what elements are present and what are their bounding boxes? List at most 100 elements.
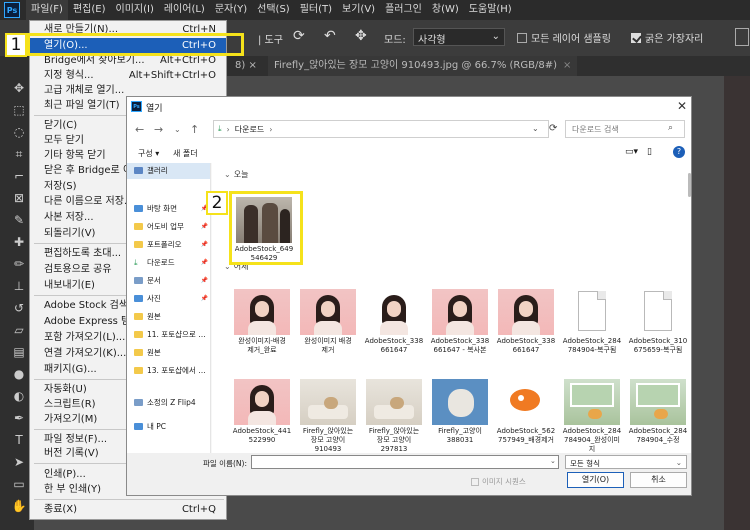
file-item[interactable]: 완성이미지-배경 제거_완료 xyxy=(230,289,292,385)
move-icon[interactable]: ✥ xyxy=(355,28,367,44)
marquee-tool-icon[interactable]: ⬚ xyxy=(11,102,27,118)
chevron-down-icon[interactable]: ⌄ xyxy=(532,124,539,133)
pc-icon xyxy=(134,423,143,430)
blur-tool-icon[interactable]: ● xyxy=(11,366,27,382)
file-item[interactable]: AdobeStock_284 784904_완성이미 지 xyxy=(560,379,622,453)
brush-tool-icon[interactable]: ✏ xyxy=(11,256,27,272)
file-item[interactable]: Firefly_고양이 388031 xyxy=(428,379,490,453)
menu-help[interactable]: 도움말(H) xyxy=(464,0,517,20)
file-item[interactable]: AdobeStock_338 661647 - 복사본 xyxy=(428,289,490,385)
new-folder-button[interactable]: 새 폴더 xyxy=(173,148,198,159)
file-item[interactable]: AdobeStock_441 522990 xyxy=(230,379,292,453)
open-button[interactable]: 열기(O) xyxy=(567,472,624,488)
menu-window[interactable]: 창(W) xyxy=(427,0,464,20)
path-select-tool-icon[interactable]: ➤ xyxy=(11,454,27,470)
nav-item-folder[interactable]: 원본 xyxy=(127,345,210,361)
file-item[interactable]: AdobeStock_284 784904_수정 xyxy=(626,379,688,453)
hard-edge-checkbox[interactable]: 굵은 가장자리 xyxy=(631,30,703,45)
healing-brush-tool-icon[interactable]: ✚ xyxy=(11,234,27,250)
nav-item-pictures[interactable]: 사진 📌 xyxy=(127,291,210,307)
menu-item-open-as[interactable]: 지정 형식... Alt+Shift+Ctrl+O xyxy=(30,68,226,83)
undo-icon[interactable]: ↶ xyxy=(324,28,336,44)
menu-item-exit[interactable]: 종료(X) Ctrl+Q xyxy=(30,502,226,517)
rectangle-tool-icon[interactable]: ▭ xyxy=(11,476,27,492)
up-arrow-icon[interactable]: ↑ xyxy=(190,123,199,136)
nav-item-adobe-work[interactable]: 어도비 업무 📌 xyxy=(127,219,210,235)
document-tab[interactable]: 8) × xyxy=(229,56,263,76)
menu-file[interactable]: 파일(F) xyxy=(26,0,68,20)
file-list-scrollbar[interactable] xyxy=(688,165,692,453)
file-item[interactable]: Firefly_앉아있는 장모 고양이 297813 xyxy=(362,379,424,453)
image-thumbnail xyxy=(234,379,290,425)
filetype-select[interactable]: 모든 형식 ⌄ xyxy=(565,455,687,469)
nav-item-gallery[interactable]: 갤러리 xyxy=(127,163,210,179)
gradient-tool-icon[interactable]: ▤ xyxy=(11,344,27,360)
sample-all-layers-label: 모든 레이어 샘플링 xyxy=(531,34,611,45)
menu-view[interactable]: 보기(V) xyxy=(337,0,380,20)
menu-filter[interactable]: 필터(T) xyxy=(295,0,337,20)
file-name: Firefly_고양이 388031 xyxy=(438,427,482,444)
organize-button[interactable]: 구성 ▾ xyxy=(138,148,159,159)
nav-item-folder[interactable]: 원본 xyxy=(127,309,210,325)
preview-pane-icon[interactable]: ▯ xyxy=(647,147,652,157)
hand-tool-icon[interactable]: ✋ xyxy=(11,498,27,514)
history-brush-tool-icon[interactable]: ↺ xyxy=(11,300,27,316)
file-item[interactable]: AdobeStock_284 784904-복구됨 xyxy=(560,289,622,385)
close-icon[interactable]: ✕ xyxy=(677,99,687,113)
crop-tool-icon[interactable]: ⌐ xyxy=(11,168,27,184)
canvas-image xyxy=(724,76,750,530)
breadcrumb-download[interactable]: 다운로드 xyxy=(235,124,264,135)
file-item[interactable]: 완성이미지 배경 제거 xyxy=(296,289,358,385)
filename-input[interactable] xyxy=(251,455,559,469)
dodge-tool-icon[interactable]: ◐ xyxy=(11,388,27,404)
file-item[interactable]: AdobeStock_338 661647 xyxy=(494,289,556,385)
menu-plugins[interactable]: 플러그인 xyxy=(380,0,427,20)
help-icon[interactable]: ? xyxy=(673,146,685,158)
nav-item-documents[interactable]: 문서 📌 xyxy=(127,273,210,289)
mode-value: 사각형 xyxy=(418,35,446,46)
nav-item-desktop[interactable]: 바탕 화면 📌 xyxy=(127,201,210,217)
document-tab-active[interactable]: Firefly_앉아있는 장모 고양이 910493.jpg @ 66.7% (… xyxy=(268,56,578,76)
file-item[interactable]: AdobeStock_310 675659-복구됨 xyxy=(626,289,688,385)
lasso-tool-icon[interactable]: ◌ xyxy=(11,124,27,140)
refresh-icon[interactable]: ⟳ xyxy=(293,28,305,44)
menu-bar: Ps 파일(F) 편집(E) 이미지(I) 레이어(L) 문자(Y) 선택(S)… xyxy=(0,0,750,20)
refresh-icon[interactable]: ⟳ xyxy=(549,123,557,134)
recent-locations-icon[interactable]: ⌄ xyxy=(174,125,181,134)
frame-tool-icon[interactable]: ⊠ xyxy=(11,190,27,206)
type-tool-icon[interactable]: T xyxy=(11,432,27,448)
search-input[interactable]: 다운로드 검색 xyxy=(565,120,685,138)
nav-item-portfolio[interactable]: 포트폴리오 📌 xyxy=(127,237,210,253)
nav-item-phone[interactable]: 소정의 Z Flip4 xyxy=(127,395,210,411)
file-item[interactable]: Firefly_앉아있는 장모 고양이 910493 xyxy=(296,379,358,453)
chevron-down-icon[interactable]: ⌄ xyxy=(550,457,556,465)
menu-edit[interactable]: 편집(E) xyxy=(68,0,111,20)
clone-stamp-tool-icon[interactable]: ⊥ xyxy=(11,278,27,294)
forward-arrow-icon[interactable]: → xyxy=(154,123,163,136)
nav-item-downloads[interactable]: ⤓ 다운로드 📌 xyxy=(127,255,210,271)
cancel-button[interactable]: 취소 xyxy=(630,472,687,488)
group-header-today[interactable]: ⌄ 오늘 xyxy=(224,169,248,180)
move-tool-icon[interactable]: ✥ xyxy=(11,80,27,96)
object-select-tool-icon[interactable]: ⌗ xyxy=(11,146,27,162)
eyedropper-tool-icon[interactable]: ✎ xyxy=(11,212,27,228)
nav-item-folder[interactable]: 11. 포토샵으로 … xyxy=(127,327,210,343)
pen-tool-icon[interactable]: ✒ xyxy=(11,410,27,426)
menu-image[interactable]: 이미지(I) xyxy=(111,0,159,20)
close-icon[interactable]: × xyxy=(563,60,571,71)
nav-item-this-pc[interactable]: 내 PC xyxy=(127,419,210,435)
menu-type[interactable]: 문자(Y) xyxy=(210,0,252,20)
address-bar[interactable]: ⤓ › 다운로드 › xyxy=(213,120,549,138)
panel-toggle-icon[interactable] xyxy=(735,28,749,46)
image-sequence-checkbox[interactable]: 이미지 시퀀스 xyxy=(471,476,526,487)
sample-all-layers-checkbox[interactable]: 모든 레이어 샘플링 xyxy=(517,30,611,45)
eraser-tool-icon[interactable]: ▱ xyxy=(11,322,27,338)
file-item[interactable]: AdobeStock_338 661647 xyxy=(362,289,424,385)
nav-item-folder[interactable]: 13. 포토샵에서 … xyxy=(127,363,210,379)
menu-layer[interactable]: 레이어(L) xyxy=(159,0,210,20)
back-arrow-icon[interactable]: ← xyxy=(135,123,144,136)
view-options-icon[interactable]: ▭▾ xyxy=(625,147,638,157)
file-item[interactable]: AdobeStock_562 757949_배경제거 xyxy=(494,379,556,453)
mode-select[interactable]: 사각형 ⌄ xyxy=(413,28,505,46)
menu-select[interactable]: 선택(S) xyxy=(252,0,295,20)
